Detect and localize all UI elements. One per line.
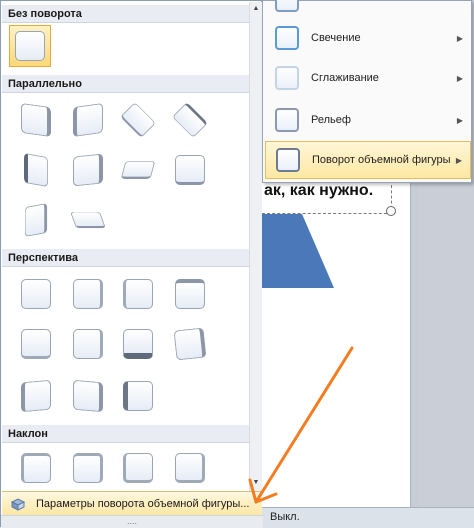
preset-shape-icon xyxy=(15,31,45,61)
chevron-right-icon: ▶ xyxy=(456,33,463,43)
preset-perspective-6[interactable] xyxy=(67,323,109,365)
preset-oblique-2[interactable] xyxy=(67,447,109,489)
submenu-item-3d-rotation[interactable]: Поворот объемной фигуры ▶ xyxy=(265,141,471,179)
preset-perspective-5[interactable] xyxy=(15,323,57,365)
preset-perspective-3[interactable] xyxy=(117,273,159,315)
chevron-right-icon: ▶ xyxy=(455,155,462,165)
preset-shape-icon xyxy=(21,379,51,413)
submenu-item-glow[interactable]: Свечение ▶ xyxy=(265,19,471,57)
preset-shape-icon xyxy=(21,279,51,309)
preset-shape-icon xyxy=(175,155,205,185)
preset-oblique-4[interactable] xyxy=(169,447,211,489)
preset-shape-icon xyxy=(21,329,51,359)
section-header: Параллельно xyxy=(2,75,249,93)
preset-shape-icon xyxy=(24,203,48,237)
bevel-icon xyxy=(275,108,299,132)
shadow-icon xyxy=(275,0,299,12)
preset-perspective-11[interactable] xyxy=(117,375,159,417)
preset-shape-icon xyxy=(73,102,103,138)
section-header: Перспектива xyxy=(2,249,249,267)
preset-shape-icon xyxy=(69,211,107,229)
preset-parallel-8[interactable] xyxy=(169,149,211,191)
soft-edges-icon xyxy=(275,66,299,90)
preset-parallel-2[interactable] xyxy=(67,99,109,141)
submenu-item-soft-edges[interactable]: Сглаживание ▶ xyxy=(265,59,471,97)
submenu-item-label: Поворот объемной фигуры xyxy=(312,154,451,166)
rotation-gallery: Без поворота Параллельно Перспектива Нак… xyxy=(0,0,263,528)
3d-rotation-icon xyxy=(276,148,300,172)
preset-shape-icon xyxy=(123,329,153,359)
preset-shape-icon xyxy=(73,153,103,187)
submenu-item-shadow[interactable] xyxy=(265,0,471,19)
preset-shape-icon xyxy=(21,453,51,483)
preset-perspective-2[interactable] xyxy=(67,273,109,315)
section-header: Наклон xyxy=(2,425,249,443)
preset-parallel-10[interactable] xyxy=(67,199,109,241)
section-header: Без поворота xyxy=(2,5,249,23)
preset-parallel-9[interactable] xyxy=(15,199,57,241)
resize-handle[interactable] xyxy=(386,206,396,216)
scroll-down-icon[interactable]: ▼ xyxy=(250,476,262,490)
preset-shape-icon xyxy=(123,453,153,483)
chevron-right-icon: ▶ xyxy=(456,73,463,83)
preset-shape-icon xyxy=(175,279,205,309)
preset-shape-icon xyxy=(123,381,153,411)
preset-parallel-3[interactable] xyxy=(117,99,159,141)
preset-shape-icon xyxy=(73,329,103,359)
preset-shape-icon xyxy=(173,327,207,361)
preset-perspective-1[interactable] xyxy=(15,273,57,315)
preset-parallel-7[interactable] xyxy=(117,149,159,191)
preset-shape-icon xyxy=(175,453,205,483)
preset-perspective-4[interactable] xyxy=(169,273,211,315)
preset-perspective-10[interactable] xyxy=(67,375,109,417)
scroll-up-icon[interactable]: ▲ xyxy=(250,2,262,16)
submenu-item-label: Сглаживание xyxy=(311,72,379,84)
blue-shape[interactable] xyxy=(262,214,336,288)
preset-perspective-9[interactable] xyxy=(15,375,57,417)
preset-shape-icon xyxy=(73,379,103,413)
rotation-options-label: Параметры поворота объемной фигуры... xyxy=(36,497,250,510)
preset-oblique-3[interactable] xyxy=(117,447,159,489)
preset-perspective-8[interactable] xyxy=(169,323,211,365)
preset-oblique-1[interactable] xyxy=(15,447,57,489)
preset-shape-icon xyxy=(171,101,209,139)
preset-parallel-4[interactable] xyxy=(169,99,211,141)
glow-icon xyxy=(275,26,299,50)
3d-options-icon xyxy=(10,497,26,511)
preset-shape-icon xyxy=(120,161,156,179)
status-bar: Выкл. xyxy=(262,507,474,528)
submenu-item-label: Рельеф xyxy=(311,114,351,126)
preset-parallel-6[interactable] xyxy=(67,149,109,191)
submenu-item-label: Свечение xyxy=(311,32,361,44)
preset-shape-icon xyxy=(24,152,48,188)
preset-shape-icon xyxy=(73,453,103,483)
preset-parallel-5[interactable] xyxy=(15,149,57,191)
effects-submenu: Свечение ▶ Сглаживание ▶ Рельеф ▶ Поворо… xyxy=(262,0,472,183)
preset-shape-icon xyxy=(21,102,51,138)
textbox-selection[interactable] xyxy=(262,180,392,214)
status-text: Выкл. xyxy=(270,511,300,523)
gallery-scrollbar[interactable]: ▲ ▼ xyxy=(249,2,262,502)
rotation-options-command[interactable]: Параметры поворота объемной фигуры... xyxy=(2,491,262,515)
preset-parallel-1[interactable] xyxy=(15,99,57,141)
preset-no-rotation[interactable] xyxy=(9,25,51,67)
resize-grip[interactable]: .... xyxy=(1,515,263,528)
preset-shape-icon xyxy=(119,101,157,139)
preset-shape-icon xyxy=(73,279,103,309)
submenu-item-bevel[interactable]: Рельеф ▶ xyxy=(265,101,471,139)
chevron-right-icon: ▶ xyxy=(456,115,463,125)
preset-perspective-7[interactable] xyxy=(117,323,159,365)
preset-shape-icon xyxy=(123,279,153,309)
